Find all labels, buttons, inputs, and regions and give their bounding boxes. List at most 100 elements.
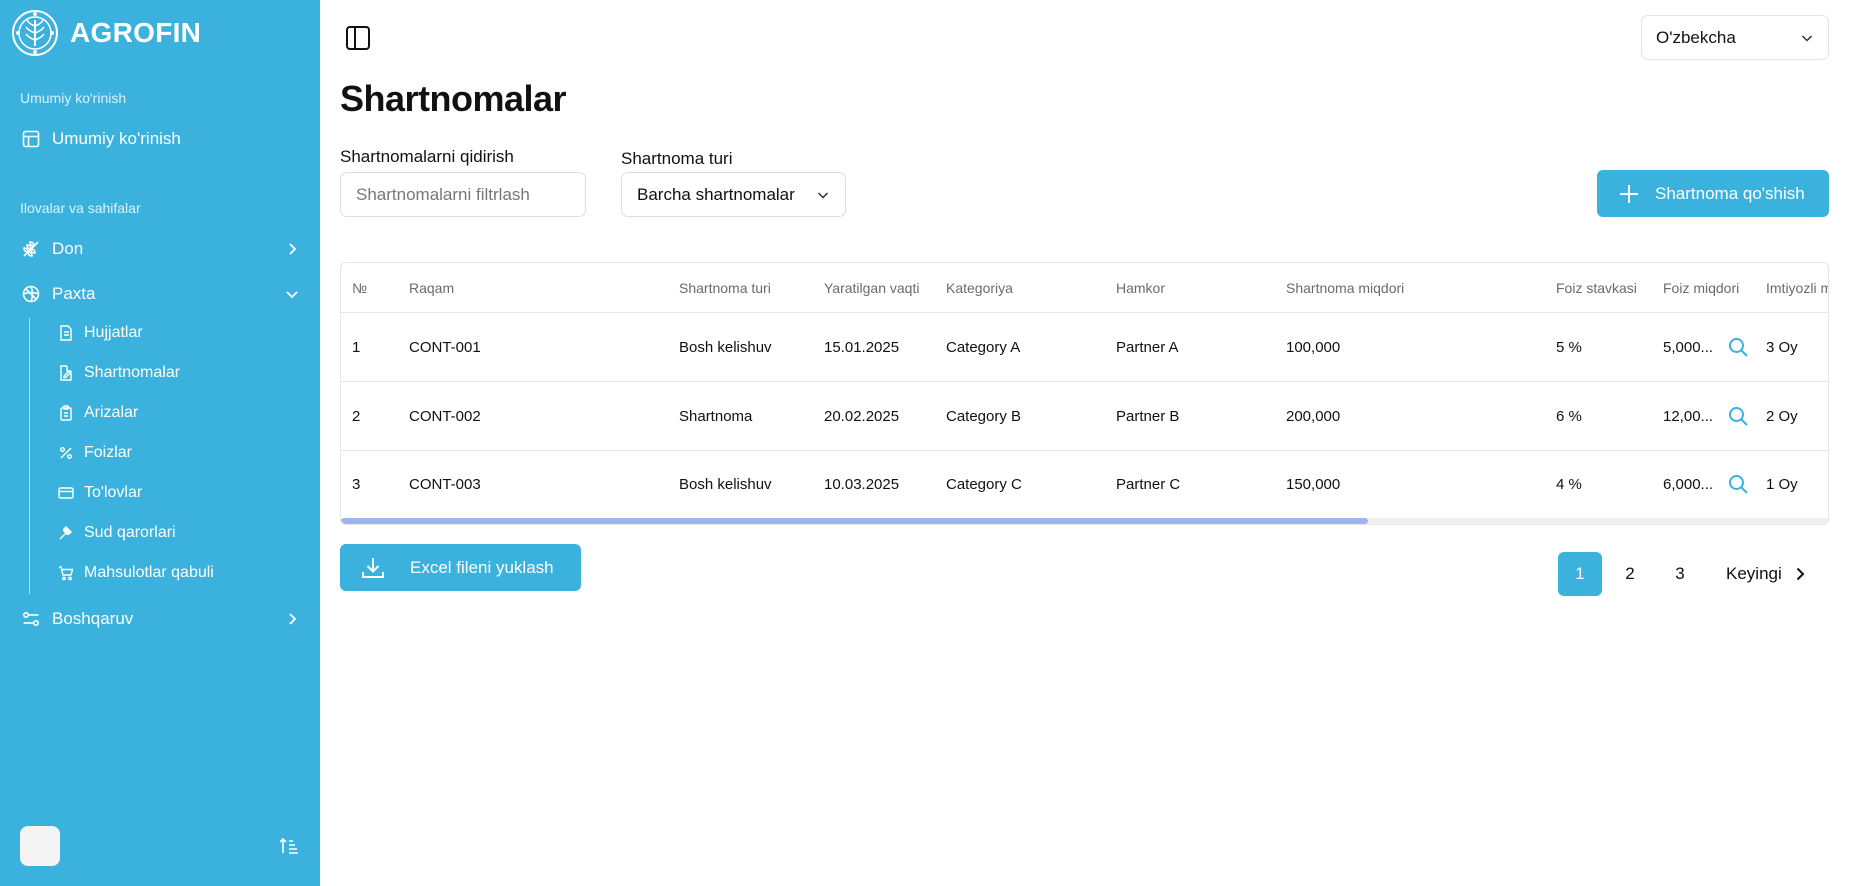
- sidebar-item-label: Paxta: [52, 284, 96, 303]
- document-icon: [58, 325, 74, 341]
- sidebar-subitem-label: Mahsulotlar qabuli: [84, 564, 214, 581]
- column-header[interactable]: Shartnoma turi: [679, 280, 771, 296]
- cell-partner: Partner A: [1116, 338, 1179, 356]
- search-label: Shartnomalarni qidirish: [340, 147, 514, 166]
- sidebar-subitem-tolovlar[interactable]: To'lovlar: [58, 478, 142, 508]
- cell-created: 15.01.2025: [824, 338, 900, 356]
- column-header[interactable]: Raqam: [409, 280, 454, 296]
- search-icon[interactable]: [1727, 336, 1749, 358]
- sidebar-subitem-label: Hujjatlar: [84, 324, 143, 341]
- page-title: Shartnomalar: [340, 78, 567, 119]
- sidebar-subitem-foizlar[interactable]: Foizlar: [58, 438, 132, 468]
- sidebar-subitem-label: Foizlar: [84, 444, 133, 461]
- cell-partner: Partner B: [1116, 407, 1180, 425]
- cell-category: Category A: [946, 338, 1021, 356]
- table-row[interactable]: 2 CONT-002 Shartnoma 20.02.2025 Category…: [341, 382, 1828, 451]
- chevron-right-icon: [289, 243, 297, 255]
- excel-download-label: Excel fileni yuklash: [410, 557, 554, 577]
- language-select[interactable]: O'zbekcha: [1641, 15, 1829, 60]
- sidebar-subitem-sud-qarorlari[interactable]: Sud qarorlari: [58, 518, 176, 548]
- file-edit-icon: [58, 365, 74, 381]
- gavel-icon: [58, 525, 74, 541]
- sidebar-subitem-mahsulotlar-qabuli[interactable]: Mahsulotlar qabuli: [58, 558, 214, 588]
- sidebar-toggle-icon[interactable]: [344, 24, 372, 52]
- sidebar-subitem-label: Arizalar: [84, 404, 139, 421]
- column-header[interactable]: Foiz stavkasi: [1556, 280, 1637, 296]
- cell-type: Bosh kelishuv: [679, 475, 772, 493]
- contracts-table: № Raqam Shartnoma turi Yaratilgan vaqti …: [340, 262, 1829, 525]
- cell-rate: 4 %: [1556, 475, 1582, 493]
- cell-amount: 100,000: [1286, 338, 1341, 356]
- search-input[interactable]: [340, 172, 586, 217]
- brand-name: AGROFIN: [70, 17, 202, 48]
- layout-icon: [20, 128, 42, 150]
- cell-interest: 12,00...: [1663, 407, 1714, 425]
- percent-icon: [58, 445, 74, 461]
- agrofin-logo-icon: [12, 10, 58, 56]
- cell-number: CONT-003: [409, 475, 481, 493]
- settings-sliders-icon: [20, 608, 42, 630]
- cell-amount: 200,000: [1286, 407, 1341, 425]
- sidebar-item-paxta[interactable]: Paxta: [20, 277, 300, 311]
- table-header: № Raqam Shartnoma turi Yaratilgan vaqti …: [341, 263, 1828, 313]
- chevron-down-icon: [1801, 34, 1813, 42]
- column-header[interactable]: Shartnoma miqdori: [1286, 280, 1404, 296]
- wheat-icon: [20, 238, 42, 260]
- table-row[interactable]: 1 CONT-001 Bosh kelishuv 15.01.2025 Cate…: [341, 313, 1828, 382]
- sidebar-item-boshqaruv[interactable]: Boshqaruv: [20, 602, 300, 636]
- column-header[interactable]: Kategoriya: [946, 280, 1013, 296]
- sidebar-subitem-hujjatlar[interactable]: Hujjatlar: [58, 318, 143, 348]
- subnav-line: [29, 318, 30, 594]
- cart-icon: [58, 565, 74, 581]
- cell-number: CONT-001: [409, 338, 481, 356]
- type-filter-value: Barcha shartnomalar: [637, 184, 795, 204]
- search-icon[interactable]: [1727, 405, 1749, 427]
- cell-rate: 5 %: [1556, 338, 1582, 356]
- sort-ascending-icon[interactable]: [278, 835, 300, 857]
- section-label-overview: Umumiy ko'rinish: [20, 90, 127, 106]
- cell-grace: 3 Oy: [1766, 338, 1798, 356]
- cell-rate: 6 %: [1556, 407, 1582, 425]
- sidebar-subitem-arizalar[interactable]: Arizalar: [58, 398, 138, 428]
- type-filter-label: Shartnoma turi: [621, 149, 733, 168]
- sidebar: AGROFIN Umumiy ko'rinish Umumiy ko'rinis…: [0, 0, 320, 886]
- column-header[interactable]: №: [352, 280, 367, 296]
- column-header[interactable]: Yaratilgan vaqti: [824, 280, 919, 296]
- sidebar-item-overview[interactable]: Umumiy ko'rinish: [20, 122, 300, 156]
- brand[interactable]: AGROFIN: [10, 8, 201, 58]
- next-page-label: Keyingi: [1726, 564, 1782, 583]
- column-header[interactable]: Hamkor: [1116, 280, 1165, 296]
- search-icon[interactable]: [1727, 473, 1749, 495]
- cotton-icon: [20, 283, 42, 305]
- download-icon: [362, 557, 384, 578]
- type-filter-select[interactable]: Barcha shartnomalar: [621, 172, 846, 217]
- cell-created: 20.02.2025: [824, 407, 900, 425]
- chevron-right-icon: [1796, 567, 1805, 581]
- cell-partner: Partner C: [1116, 475, 1181, 493]
- page-3-button[interactable]: 3: [1658, 552, 1702, 596]
- page-1-button[interactable]: 1: [1558, 552, 1602, 596]
- sidebar-subitem-shartnomalar[interactable]: Shartnomalar: [58, 358, 180, 388]
- add-contract-button[interactable]: Shartnoma qo'shish: [1597, 170, 1829, 217]
- cell-grace: 2 Oy: [1766, 407, 1798, 425]
- page-2-button[interactable]: 2: [1608, 552, 1652, 596]
- language-value: O'zbekcha: [1656, 27, 1736, 47]
- section-label-apps: Ilovalar va sahifalar: [20, 200, 141, 216]
- sidebar-subitem-label: To'lovlar: [84, 484, 143, 501]
- sidebar-item-label: Umumiy ko'rinish: [52, 129, 181, 148]
- sidebar-subitem-label: Shartnomalar: [84, 364, 181, 381]
- table-row[interactable]: 3 CONT-003 Bosh kelishuv 10.03.2025 Cate…: [341, 450, 1828, 519]
- scrollbar-thumb[interactable]: [341, 518, 1368, 524]
- column-header[interactable]: Foiz miqdori: [1663, 280, 1739, 296]
- chevron-down-icon: [817, 191, 829, 199]
- cell-index: 1: [352, 338, 361, 356]
- excel-download-button[interactable]: Excel fileni yuklash: [340, 544, 581, 591]
- cell-index: 3: [352, 475, 361, 493]
- next-page-button[interactable]: Keyingi: [1726, 552, 1808, 596]
- chevron-right-icon: [289, 613, 297, 625]
- column-header[interactable]: Imtiyozli m: [1766, 280, 1828, 296]
- cell-created: 10.03.2025: [824, 475, 900, 493]
- sidebar-item-don[interactable]: Don: [20, 232, 300, 266]
- cell-type: Bosh kelishuv: [679, 338, 772, 356]
- avatar[interactable]: [20, 826, 60, 866]
